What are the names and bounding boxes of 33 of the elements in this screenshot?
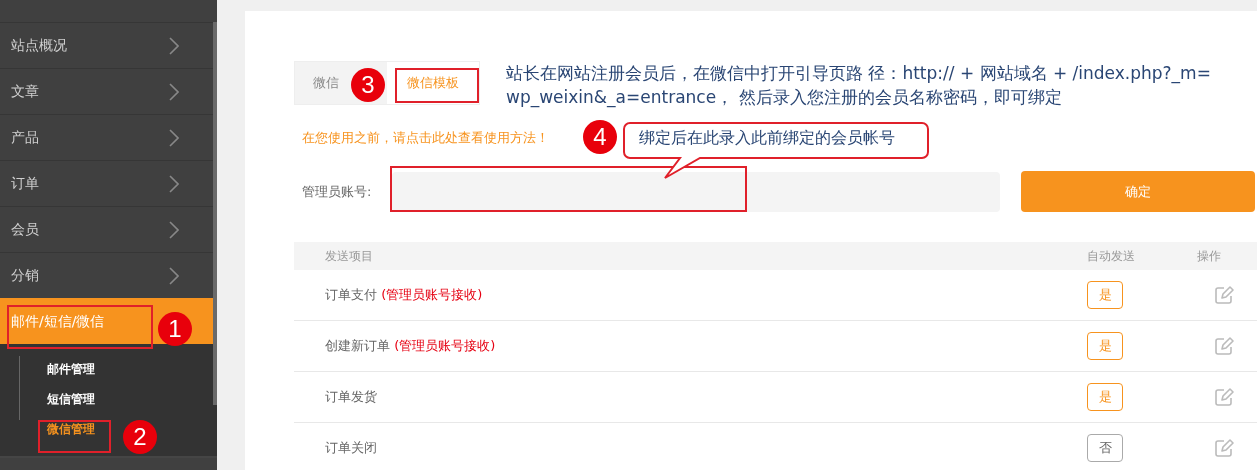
sidebar-item[interactable]: 会员 [11,220,39,239]
chevron-icon [169,82,179,101]
toggle-button[interactable]: 否 [1087,434,1123,462]
sidebar-item[interactable]: 产品 [11,128,39,147]
field-label: 管理员账号: [302,182,373,201]
chevron-icon [169,36,179,55]
edit-icon[interactable] [1215,439,1235,457]
sidebar-item[interactable]: 文章 [11,82,39,101]
table-cell: 订单发货 [325,389,377,404]
column-header: 自动发送 [1087,248,1135,263]
sidebar-item[interactable]: 站点概况 [11,36,67,55]
table-cell: 订单支付 (管理员账号接收) [325,287,483,302]
edit-icon[interactable] [1215,286,1235,304]
callout-text: 绑定后在此录入此前绑定的会员帐号 [639,128,895,149]
chevron-icon [169,128,179,147]
scrollbar[interactable] [213,22,217,405]
tab[interactable]: 微信 [313,74,339,92]
edit-icon[interactable] [1215,388,1235,406]
submenu-item[interactable]: 短信管理 [47,392,95,406]
chevron-icon [169,266,179,285]
instructions-text: 站长在网站注册会员后，在微信中打开引导页路 径：http:// + 网站域名 + /index.php?_m= wp_weixin&_a=entrance， 然后录入您注册的会员名称密码，即可绑定 [506,62,1211,109]
sidebar-item[interactable]: 订单 [11,174,39,193]
edit-icon[interactable] [1215,337,1235,355]
input-field[interactable] [392,171,1000,212]
table-cell: 创建新订单 (管理员账号接收) [325,338,496,353]
table-cell: 订单关闭 [325,440,377,455]
chevron-icon [169,220,179,239]
chevron-icon [169,174,179,193]
submenu-item[interactable]: 微信管理 [47,422,95,436]
column-header: 发送项目 [325,248,373,263]
submenu-item[interactable]: 邮件管理 [47,362,95,376]
sidebar-item[interactable]: 分销 [11,266,39,285]
column-header: 操作 [1197,248,1221,263]
